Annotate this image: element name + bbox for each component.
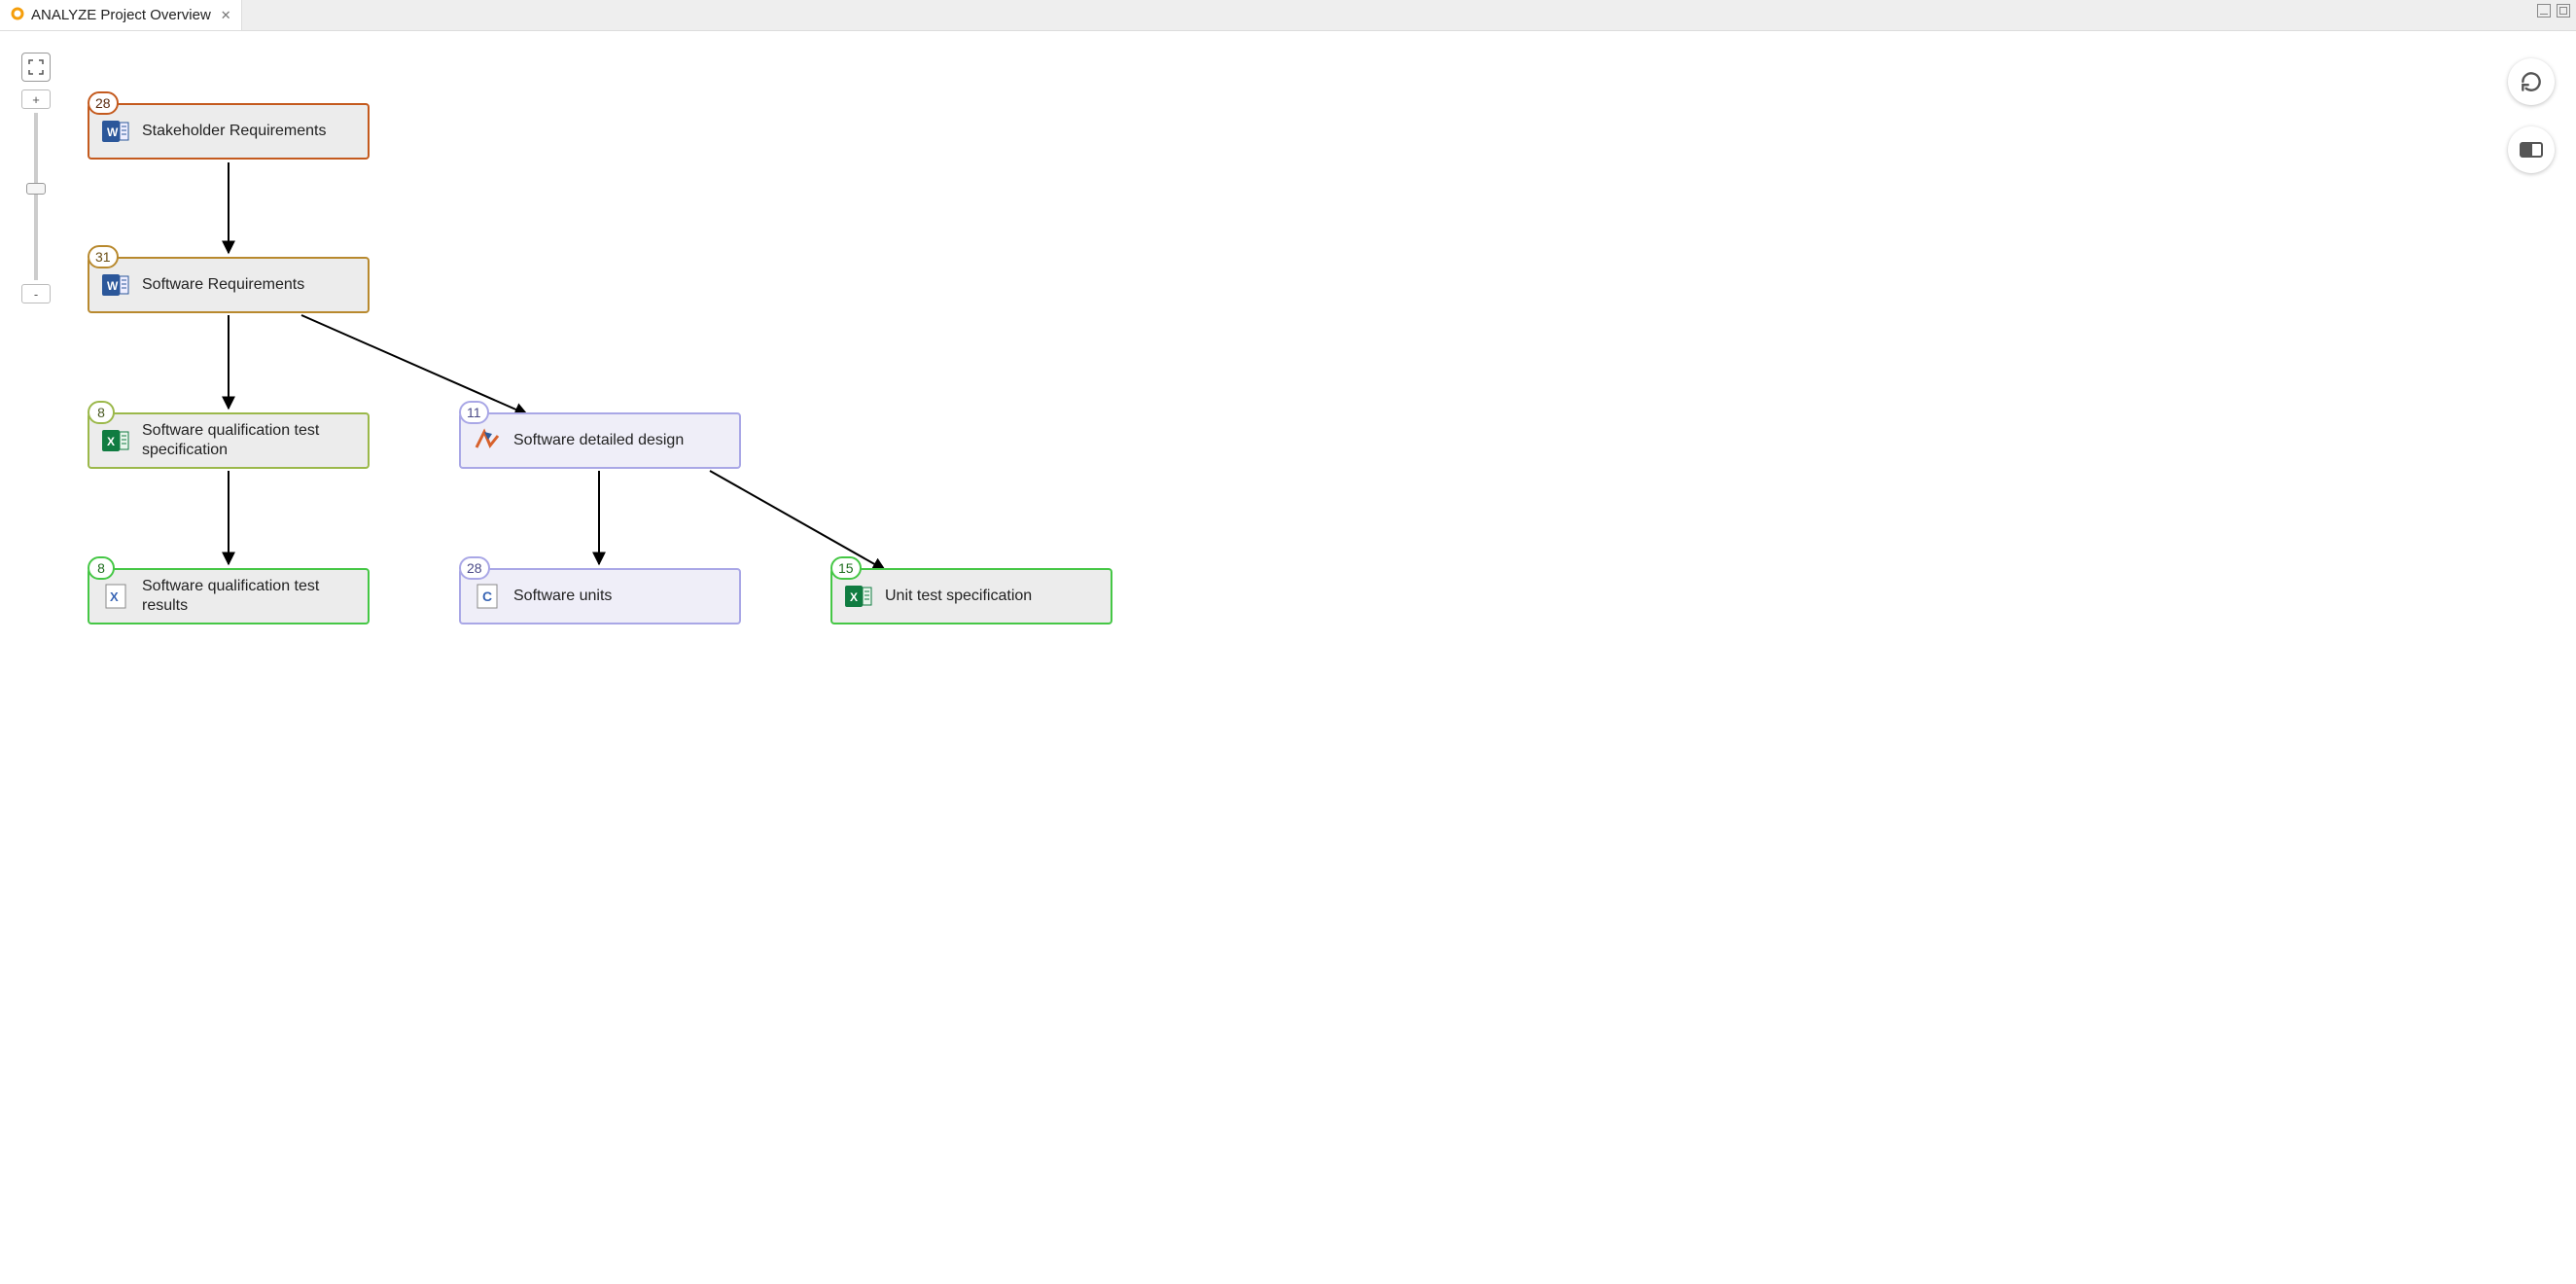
word-icon: W [101, 117, 130, 146]
tab-bar: ANALYZE Project Overview ✕ [0, 0, 2576, 31]
c-file-icon: C [473, 582, 502, 611]
badge: 28 [459, 556, 490, 580]
maximize-button[interactable] [2557, 4, 2570, 18]
zoom-in-button[interactable]: + [21, 89, 51, 109]
badge: 15 [830, 556, 862, 580]
node-software-units[interactable]: 28 C Software units [459, 568, 741, 624]
zoom-out-button[interactable]: - [21, 284, 51, 303]
node-label: Software detailed design [513, 431, 684, 450]
svg-text:X: X [107, 435, 115, 448]
tab-analyze-overview[interactable]: ANALYZE Project Overview ✕ [0, 0, 242, 30]
node-label: Software Requirements [142, 275, 304, 295]
node-software-requirements[interactable]: 31 W Software Requirements [88, 257, 370, 313]
svg-text:X: X [110, 589, 119, 604]
window-controls [2537, 4, 2570, 18]
badge: 31 [88, 245, 119, 268]
node-label: Software qualification test specificatio… [142, 421, 358, 460]
xml-file-icon: X [101, 582, 130, 611]
word-icon: W [101, 270, 130, 300]
node-label: Stakeholder Requirements [142, 122, 326, 141]
matlab-icon [473, 426, 502, 455]
zoom-rail[interactable] [34, 113, 38, 280]
excel-icon: X [101, 426, 130, 455]
svg-text:W: W [107, 279, 119, 293]
badge: 11 [459, 401, 489, 424]
node-sq-test-spec[interactable]: 8 X Software qualification test specific… [88, 412, 370, 469]
node-stakeholder-requirements[interactable]: 28 W Stakeholder Requirements [88, 103, 370, 160]
close-icon[interactable]: ✕ [221, 8, 231, 23]
node-label: Software units [513, 587, 612, 606]
minimize-button[interactable] [2537, 4, 2551, 18]
node-detailed-design[interactable]: 11 Software detailed design [459, 412, 741, 469]
diagram-canvas[interactable]: + - 28 [0, 31, 2576, 1284]
badge: 8 [88, 401, 115, 424]
node-unit-test-spec[interactable]: 15 X Unit test specification [830, 568, 1112, 624]
zoom-slider: + - [21, 89, 51, 303]
refresh-button[interactable] [2508, 58, 2555, 105]
svg-text:W: W [107, 125, 119, 139]
edges-layer [0, 31, 2576, 1284]
node-sq-test-results[interactable]: 8 X Software qualification test results [88, 568, 370, 624]
badge: 28 [88, 91, 119, 115]
fit-to-screen-button[interactable] [21, 53, 51, 82]
excel-icon: X [844, 582, 873, 611]
node-label: Software qualification test results [142, 577, 358, 616]
badge: 8 [88, 556, 115, 580]
tab-title: ANALYZE Project Overview [31, 7, 211, 23]
svg-text:X: X [850, 590, 858, 604]
zoom-thumb[interactable] [26, 183, 46, 195]
node-label: Unit test specification [885, 587, 1032, 606]
toggle-panel-button[interactable] [2508, 126, 2555, 173]
svg-text:C: C [482, 588, 492, 604]
app-icon [10, 6, 25, 25]
